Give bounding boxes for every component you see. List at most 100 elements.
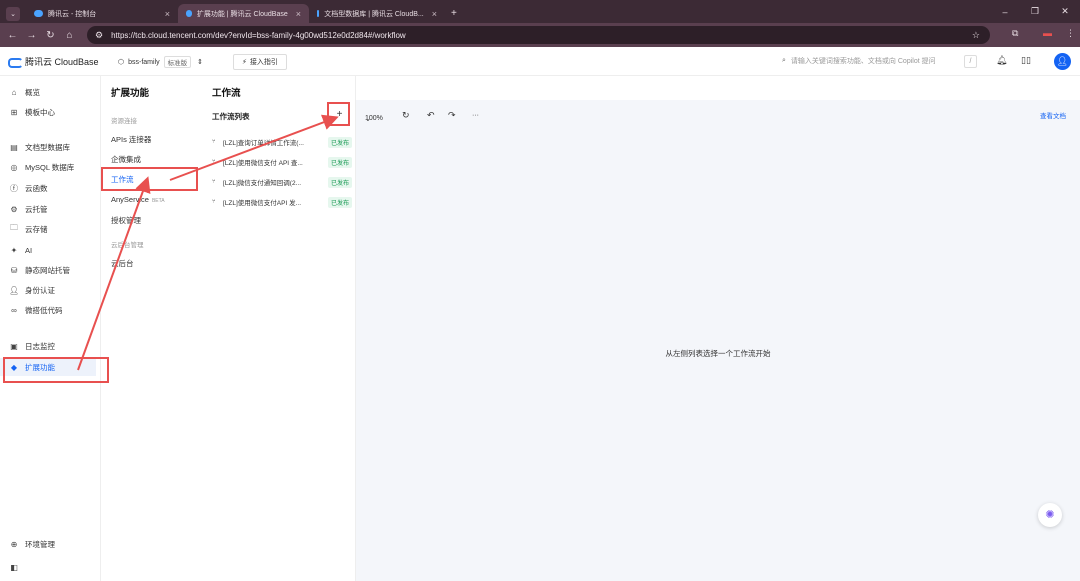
sidebar-item-templates[interactable]: ⊞ 模板中心 bbox=[0, 103, 101, 121]
user-avatar[interactable]: 👤︎ bbox=[1054, 53, 1071, 70]
window-close-icon[interactable]: ✕ bbox=[1050, 6, 1080, 17]
subnav-item-anyservice[interactable]: AnyService BETA bbox=[111, 195, 165, 204]
user-auth-icon: 👤︎ bbox=[9, 285, 20, 295]
home-icon: ⌂ bbox=[11, 87, 17, 97]
notification-bell-icon[interactable]: 🔔︎ bbox=[996, 55, 1007, 66]
minimize-icon[interactable]: – bbox=[990, 7, 1020, 17]
plug-icon: ⚡ bbox=[242, 59, 247, 66]
close-icon[interactable]: × bbox=[157, 9, 170, 19]
subnav-item-cloud-admin[interactable]: 云后台 bbox=[111, 258, 134, 269]
ai-sparkle-icon: ✦ bbox=[10, 245, 18, 255]
lowcode-icon: ∞ bbox=[11, 305, 17, 315]
sidebar-item-functions[interactable]: ⓕ 云函数 bbox=[0, 179, 101, 197]
sidebar-item-overview[interactable]: ⌂ 概览 bbox=[0, 83, 101, 101]
status-badge: 已发布 bbox=[327, 196, 352, 208]
more-options-button[interactable]: ··· bbox=[472, 112, 479, 119]
empty-state-text: 从左侧列表选择一个工作流开始 bbox=[665, 349, 771, 358]
restore-icon[interactable]: ❐ bbox=[1020, 6, 1050, 17]
url-text: https://tcb.cloud.tencent.com/dev?envId=… bbox=[111, 30, 406, 40]
beta-badge: BETA bbox=[151, 198, 165, 204]
workflow-list-item[interactable]: ⑂ [LZL]使用微信支付 API 查... 已发布 bbox=[212, 155, 352, 169]
workflow-canvas[interactable]: 从左侧列表选择一个工作流开始 bbox=[356, 100, 1080, 581]
log-monitor-icon: ▣ bbox=[10, 341, 18, 351]
browser-tab-console[interactable]: 腾讯云 - 控制台 × bbox=[26, 4, 178, 23]
sidebar-item-mysql[interactable]: ◎ MySQL 数据库 bbox=[0, 158, 101, 176]
sidebar-item-lowcode[interactable]: ∞ 微搭低代码 bbox=[0, 301, 101, 319]
sidebar-item-storage[interactable]: 🗀︎ 云存储 bbox=[0, 220, 101, 238]
cloud-run-icon: ⚙ bbox=[10, 204, 18, 214]
document-db-icon: ▤ bbox=[10, 142, 18, 152]
forward-icon[interactable]: → bbox=[22, 30, 41, 41]
function-icon: ⓕ bbox=[10, 183, 18, 193]
workflow-list-panel: 工作流 工作流列表 + ⑂ [LZL]查询订单详情工作流(... 已发布 ⑂ [LZL… bbox=[201, 76, 356, 581]
window-controls: – ❐ ✕ bbox=[990, 0, 1080, 23]
workflow-list-item[interactable]: ⑂ [LZL]使用微信支付API 发... 已发布 bbox=[212, 195, 352, 209]
reload-icon[interactable]: ↻ bbox=[41, 30, 60, 41]
environment-selector[interactable]: ⬡ bss-family 标准版 ⇕ bbox=[118, 56, 203, 68]
search-icon: ⌕ bbox=[782, 57, 786, 64]
cloudbase-favicon-icon bbox=[317, 10, 320, 17]
extensions-subnav: 扩展功能 资源连接 APIs 连接器 企微集成 工作流 AnyService BE… bbox=[101, 76, 201, 581]
globe-icon: ⊕ bbox=[10, 539, 18, 549]
cube-icon: ⬡ bbox=[118, 59, 125, 66]
sidebar-item-env-management[interactable]: ⊕ 环境管理 bbox=[0, 535, 101, 553]
status-badge: 已发布 bbox=[327, 136, 352, 148]
global-search-input[interactable]: ⌕ 请输入关键词搜索功能、文档或向 Copilot 提问 bbox=[782, 56, 936, 66]
workflow-list-item[interactable]: ⑂ [LZL]查询订单详情工作流(... 已发布 bbox=[212, 135, 352, 149]
sidebar-item-ai[interactable]: ✦ AI bbox=[0, 241, 101, 259]
workflow-icon: ⑂ bbox=[212, 179, 216, 185]
extension-badge-icon[interactable]: ▬ bbox=[1043, 28, 1052, 38]
browser-tab-extensions[interactable]: 扩展功能 | 腾讯云 CloudBase × bbox=[178, 4, 309, 23]
search-shortcut-key: / bbox=[964, 55, 977, 68]
sidebar-item-static-hosting[interactable]: ⛁ 静态网站托管 bbox=[0, 261, 101, 279]
env-plan-badge: 标准版 bbox=[163, 56, 192, 68]
chevron-updown-icon: ⇕ bbox=[197, 59, 204, 66]
close-icon[interactable]: × bbox=[424, 9, 437, 19]
cloudbase-logo[interactable]: 腾讯云 CloudBase bbox=[8, 55, 99, 68]
undo-icon[interactable]: ↶ bbox=[427, 110, 435, 121]
extensions-icon[interactable]: ⧉ bbox=[1012, 28, 1018, 39]
subnav-item-authorization[interactable]: 授权管理 bbox=[111, 215, 141, 226]
bookmark-star-icon[interactable]: ☆ bbox=[972, 30, 980, 41]
workflow-icon: ⑂ bbox=[212, 199, 216, 205]
new-tab-button[interactable]: + bbox=[445, 4, 463, 23]
copilot-assistant-button[interactable]: ✺ bbox=[1038, 503, 1062, 527]
home-icon[interactable]: ⌂ bbox=[60, 30, 79, 41]
annotation-box-workflow bbox=[101, 167, 198, 191]
subnav-group-resources: 资源连接 bbox=[111, 118, 137, 125]
workflow-list-item[interactable]: ⑂ [LZL]微信支付通知回调(2... 已发布 bbox=[212, 175, 352, 189]
subnav-group-admin: 云后台管理 bbox=[111, 242, 144, 249]
browser-tab-docdb[interactable]: 文档型数据库 | 腾讯云 CloudB... × bbox=[309, 4, 445, 23]
copilot-sparkle-icon: ✺ bbox=[1045, 509, 1055, 521]
workflow-icon: ⑂ bbox=[212, 139, 216, 145]
tab-search-button[interactable]: ⌄ bbox=[6, 6, 20, 21]
app-header: 腾讯云 CloudBase ⬡ bss-family 标准版 ⇕ ⚡ 接入指引 … bbox=[0, 47, 1080, 76]
subnav-item-wecom[interactable]: 企微集成 bbox=[111, 154, 141, 165]
integration-guide-button[interactable]: ⚡ 接入指引 bbox=[233, 54, 287, 70]
page-title: 工作流 bbox=[212, 88, 241, 99]
back-icon[interactable]: ← bbox=[3, 30, 22, 41]
sidebar-item-logs[interactable]: ▣ 日志监控 bbox=[0, 337, 101, 355]
site-info-icon[interactable]: ⚙ bbox=[95, 30, 103, 41]
browser-menu-icon[interactable]: ⋮ bbox=[1066, 28, 1075, 39]
sidebar-collapse-button[interactable]: ◧ bbox=[0, 558, 101, 576]
chevron-down-icon: ⌄ bbox=[365, 116, 371, 123]
subnav-item-apis[interactable]: APIs 连接器 bbox=[111, 134, 151, 145]
close-icon[interactable]: × bbox=[288, 9, 301, 19]
sidebar-item-document-db[interactable]: ▤ 文档型数据库 bbox=[0, 138, 101, 156]
storage-icon: 🗀︎ bbox=[10, 223, 18, 232]
status-badge: 已发布 bbox=[327, 176, 352, 188]
annotation-box-add-button bbox=[327, 102, 350, 126]
refresh-icon[interactable]: ↻ bbox=[402, 110, 410, 121]
view-docs-link[interactable]: 查看文档 bbox=[1040, 110, 1066, 120]
address-bar[interactable]: ⚙ https://tcb.cloud.tencent.com/dev?envI… bbox=[87, 26, 990, 44]
redo-icon[interactable]: ↷ bbox=[448, 110, 456, 121]
cloudbase-logo-icon bbox=[8, 57, 23, 68]
mysql-icon: ◎ bbox=[10, 162, 18, 172]
browser-tab-bar: ⌄ 腾讯云 - 控制台 × 扩展功能 | 腾讯云 CloudBase × 文档型… bbox=[0, 0, 1080, 23]
workflow-icon: ⑂ bbox=[212, 159, 216, 165]
sidebar-item-auth[interactable]: 👤︎ 身份认证 bbox=[0, 281, 101, 299]
sidebar-item-cloud-run[interactable]: ⚙ 云托管 bbox=[0, 200, 101, 218]
book-icon[interactable]: ▯▯ bbox=[1021, 55, 1031, 66]
status-badge: 已发布 bbox=[327, 156, 352, 168]
